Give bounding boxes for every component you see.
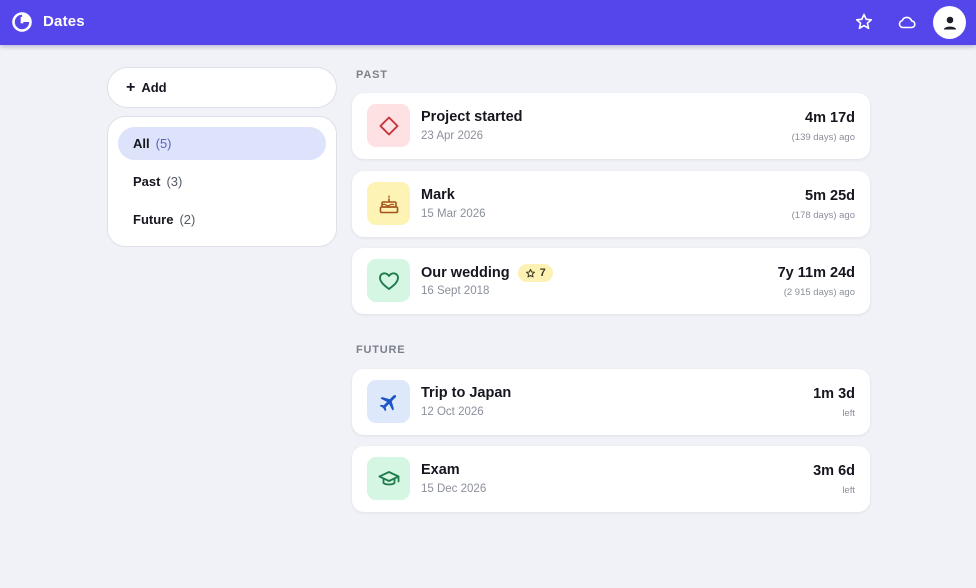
card-duration: 5m 25d [805,188,855,204]
card-title-text: Our wedding [421,265,510,281]
card-date: 23 Apr 2026 [421,130,484,142]
card-duration: 7y 11m 24d [777,265,855,281]
card-date: 15 Dec 2026 [421,483,487,495]
card-duration: 3m 6d [813,463,855,479]
date-card-trip-to-japan[interactable]: Trip to Japan 12 Oct 2026 1m 3d left [352,369,870,435]
card-time-left: left [842,485,855,496]
section-label-past: PAST [356,69,388,81]
card-title: Mark [421,187,455,203]
filter-count: (3) [166,174,183,189]
card-date: 15 Mar 2026 [421,208,486,220]
add-date-button[interactable]: + Add [107,67,337,108]
diamond-icon [379,116,398,135]
card-title: Our wedding 7 [421,264,553,282]
filter-name: All [133,136,150,151]
card-icon-container [367,182,410,225]
card-duration: 4m 17d [805,110,855,126]
card-days-ago: (139 days) ago [791,132,855,143]
filter-list: All (5) Past (3) Future (2) [107,116,337,247]
section-label-future: FUTURE [356,344,406,356]
plus-icon: + [126,78,136,96]
add-button-label: Add [141,80,167,95]
favorite-count: 7 [539,267,546,279]
card-icon-container [367,259,410,302]
cloud-icon[interactable] [897,12,917,32]
top-bar: Dates [0,0,976,45]
app-title: Dates [43,13,85,30]
card-days-ago: (178 days) ago [791,210,855,221]
card-icon-container [367,380,410,423]
card-date: 12 Oct 2026 [421,406,484,418]
filter-count: (2) [179,212,196,227]
filter-name: Future [133,212,174,227]
star-icon [525,268,535,277]
filter-past[interactable]: Past (3) [118,165,326,198]
filter-count: (5) [155,136,172,151]
heart-icon [378,271,399,290]
card-title: Project started [421,109,523,125]
card-title: Trip to Japan [421,385,512,401]
favorite-badge: 7 [517,264,553,282]
date-card-project-started[interactable]: Project started 23 Apr 2026 4m 17d (139 … [352,93,870,159]
graduation-cap-icon [378,470,399,485]
user-icon [943,16,956,29]
airplane-icon [379,394,396,411]
filter-name: Past [133,174,161,189]
date-card-mark[interactable]: Mark 15 Mar 2026 5m 25d (178 days) ago [352,171,870,237]
date-card-our-wedding[interactable]: Our wedding 7 16 Sept 2018 7y 11m 24d (2… [352,248,870,314]
filter-all[interactable]: All (5) [118,127,326,160]
filter-future[interactable]: Future (2) [118,203,326,236]
card-title: Exam [421,462,460,478]
date-card-exam[interactable]: Exam 15 Dec 2026 3m 6d left [352,446,870,512]
star-icon[interactable] [854,12,874,32]
card-icon-container [367,104,410,147]
cake-icon [379,194,398,213]
card-days-ago: (2 915 days) ago [783,287,855,298]
app-logo-icon [12,12,32,32]
card-date: 16 Sept 2018 [421,285,490,297]
user-avatar[interactable] [933,6,966,39]
card-icon-container [367,457,410,500]
card-time-left: left [842,408,855,419]
card-duration: 1m 3d [813,386,855,402]
